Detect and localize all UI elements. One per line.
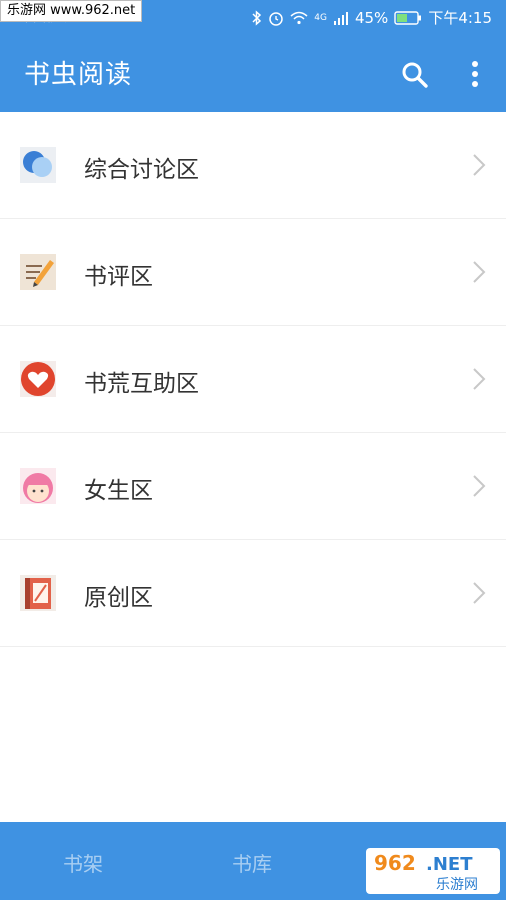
alarm-icon	[269, 11, 284, 26]
chevron-right-icon	[473, 154, 486, 176]
chevron-right-icon	[473, 475, 486, 497]
wifi-icon	[290, 11, 308, 24]
chevron-right-icon	[473, 368, 486, 390]
notebook-pen-icon	[20, 575, 56, 611]
app-title: 书虫阅读	[24, 60, 133, 90]
signal-icon	[333, 11, 348, 25]
section-label: 书荒互助区	[84, 371, 199, 397]
battery-percent: 45%	[354, 8, 389, 27]
chat-bubbles-icon	[20, 147, 56, 183]
chevron-right-icon	[473, 261, 486, 283]
battery-icon	[394, 10, 422, 25]
watermark-logo: 962 .NET 乐游网	[366, 848, 500, 894]
section-row-review[interactable]: 书评区	[0, 219, 506, 326]
section-label: 书评区	[84, 264, 153, 290]
section-row-general[interactable]: 综合讨论区	[0, 112, 506, 219]
more-vert-icon[interactable]	[462, 58, 488, 92]
network-type: 4G	[314, 12, 327, 23]
watermark-top: 乐游网 www.962.net	[0, 0, 143, 22]
section-label: 原创区	[84, 585, 153, 611]
svg-text:962: 962	[374, 851, 416, 875]
section-row-female[interactable]: 女生区	[0, 433, 506, 540]
notepad-pencil-icon	[20, 254, 56, 290]
tab-bookshelf[interactable]: 书架	[63, 848, 103, 877]
section-label: 综合讨论区	[84, 157, 199, 183]
girl-face-icon	[20, 468, 56, 504]
section-label: 女生区	[84, 478, 153, 504]
heart-icon	[20, 361, 56, 397]
svg-text:乐游网: 乐游网	[436, 877, 478, 893]
svg-text:.NET: .NET	[426, 854, 473, 875]
status-indicators: 4G 45% 下午4:15	[252, 7, 492, 28]
chevron-right-icon	[473, 582, 486, 604]
tab-library[interactable]: 书库	[232, 848, 272, 877]
clock: 下午4:15	[428, 9, 492, 27]
section-row-original[interactable]: 原创区	[0, 540, 506, 647]
search-icon[interactable]	[398, 58, 432, 92]
bluetooth-icon	[252, 9, 262, 26]
section-row-book-help[interactable]: 书荒互助区	[0, 326, 506, 433]
section-list: 综合讨论区 书评区 书荒互助区 女生区 原创区	[0, 112, 506, 647]
app-bar: 书虫阅读	[0, 34, 506, 112]
